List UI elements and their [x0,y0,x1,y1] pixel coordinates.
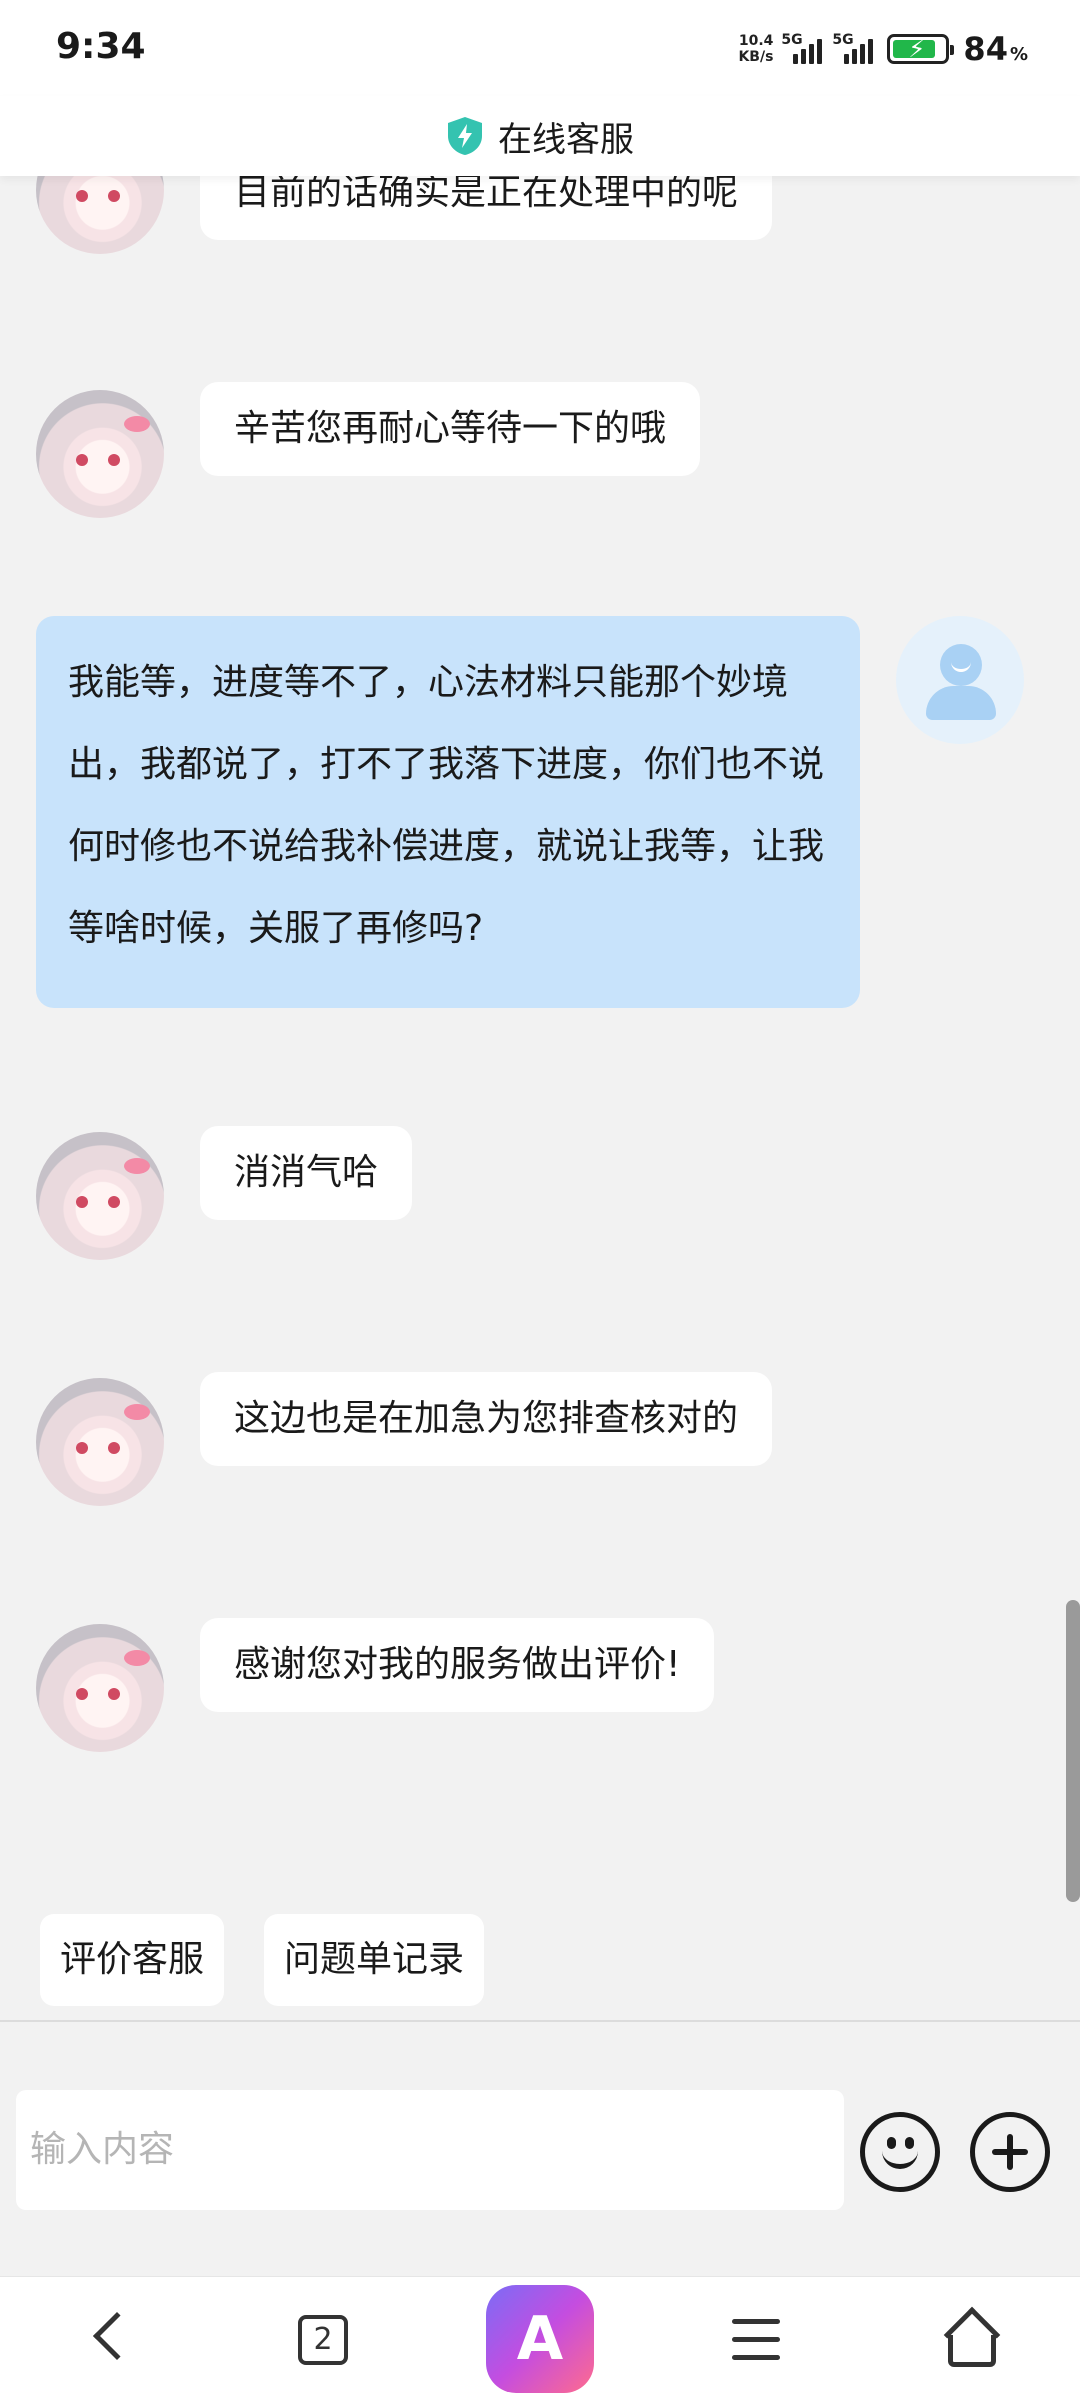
status-time: 9:34 [56,26,146,67]
shield-bolt-icon [448,117,482,155]
signal-type-label: 5G [832,32,854,48]
user-avatar [896,616,1024,744]
network-speed-value: 10.4 [738,33,774,49]
home-button[interactable] [943,2277,1004,2401]
status-bar: 9:34 10.4 KB/s 5G 5G ⚡ 84% [0,0,1080,96]
agent-message: 辛苦您再耐心等待一下的哦 [0,382,1080,540]
agent-message-bubble: 目前的话确实是正在处理中的呢 [200,176,773,240]
emoji-icon [887,2137,896,2149]
page-title: 在线客服 [498,119,634,160]
agent-message-bubble: 这边也是在加急为您排查核对的 [200,1372,773,1466]
rate-agent-button[interactable]: 评价客服 [40,1914,225,2006]
browser-logo-icon: A [486,2285,594,2393]
agent-message-bubble: 消消气哈 [200,1126,413,1220]
network-speed: 10.4 KB/s [738,33,773,65]
menu-icon [732,2319,780,2324]
status-indicators: 10.4 KB/s 5G 5G ⚡ 84% [738,30,1028,68]
tab-count: 2 [298,2315,348,2365]
menu-button[interactable] [730,2277,784,2401]
agent-message: 感谢您对我的服务做出评价! [0,1618,1080,1774]
agent-message: 消消气哈 [0,1126,1080,1282]
browser-logo-button[interactable]: A [486,2277,594,2401]
signal-type-label: 5G [781,32,803,48]
tabs-button[interactable]: 2 [296,2277,356,2401]
agent-message: 这边也是在加急为您排查核对的 [0,1372,1080,1528]
chat-message-list[interactable]: 目前的话确实是正在处理中的呢 辛苦您再耐心等待一下的哦 我能等，进度等不了，心法… [0,176,1080,2020]
add-attachment-button[interactable] [970,2112,1050,2192]
back-icon [92,2311,142,2361]
message-input-bar: 输入内容 [0,2020,1080,2276]
agent-avatar [36,1378,164,1506]
agent-message: 目前的话确实是正在处理中的呢 [0,176,1080,296]
battery-percent: 84% [963,30,1028,68]
agent-message-bubble: 辛苦您再耐心等待一下的哦 [200,382,701,476]
network-speed-unit: KB/s [738,49,774,65]
user-message: 我能等，进度等不了，心法材料只能那个妙境出，我都说了，打不了我落下进度，你们也不… [0,616,1080,1038]
back-button[interactable] [80,2277,142,2401]
signal-icon: 5G [832,32,874,64]
battery-icon: ⚡ [887,34,955,64]
signal-icon: 5G [781,32,823,64]
agent-avatar [36,176,164,254]
scrollbar[interactable] [1066,1600,1080,1902]
browser-bottom-nav: 2 A [0,2276,1080,2401]
agent-avatar [36,390,164,518]
message-input[interactable]: 输入内容 [16,2090,844,2210]
agent-avatar [36,1132,164,1260]
agent-avatar [36,1624,164,1752]
agent-message-bubble: 感谢您对我的服务做出评价! [200,1618,715,1712]
emoji-button[interactable] [860,2112,940,2192]
ticket-history-button[interactable]: 问题单记录 [264,1914,485,2006]
user-message-bubble: 我能等，进度等不了，心法材料只能那个妙境出，我都说了，打不了我落下进度，你们也不… [36,616,860,1008]
chat-header: 在线客服 [0,96,1080,176]
